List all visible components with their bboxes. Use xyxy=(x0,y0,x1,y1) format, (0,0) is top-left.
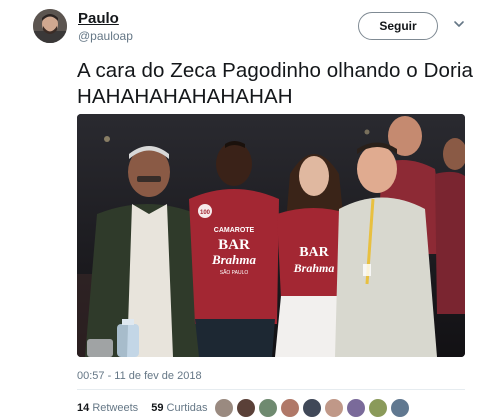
divider xyxy=(77,389,465,390)
liker-avatar[interactable] xyxy=(302,398,322,418)
retweets-count: 14 xyxy=(77,402,90,414)
tweet-photo[interactable]: 100 CAMAROTE BAR Brahma SÃO PAULO BAR Br… xyxy=(77,114,465,357)
liker-avatar[interactable] xyxy=(280,398,300,418)
shirt2-brand2-text: Brahma xyxy=(293,261,335,275)
likes-stat[interactable]: 59 Curtidas xyxy=(151,402,207,414)
liker-avatar[interactable] xyxy=(236,398,256,418)
tweet-card: Paulo @pauloap Seguir A cara do Zeca Pag… xyxy=(0,0,497,420)
shirt-top-text: CAMAROTE xyxy=(214,227,255,234)
liker-avatar[interactable] xyxy=(258,398,278,418)
chevron-down-icon[interactable] xyxy=(453,18,465,30)
shirt-brand2-text: Brahma xyxy=(211,252,257,267)
retweets-label: Retweets xyxy=(92,402,139,414)
tweet-timestamp[interactable]: 00:57 - 11 de fev de 2018 xyxy=(77,370,202,382)
tweet-text: A cara do Zeca Pagodinho olhando o Doria… xyxy=(77,59,474,108)
liker-avatar[interactable] xyxy=(368,398,388,418)
liker-avatar[interactable] xyxy=(346,398,366,418)
liker-avatar[interactable] xyxy=(390,398,410,418)
shirt2-brand-text: BAR xyxy=(299,245,329,260)
likes-count: 59 xyxy=(151,402,164,414)
user-avatar[interactable] xyxy=(33,9,67,43)
likes-label: Curtidas xyxy=(166,402,208,414)
follow-button[interactable]: Seguir xyxy=(358,12,438,40)
shirt-number-text: 100 xyxy=(200,210,211,216)
tweet-stats: 14 Retweets 59 Curtidas xyxy=(77,402,218,414)
shirt-brand-text: BAR xyxy=(218,237,250,253)
liker-avatar[interactable] xyxy=(324,398,344,418)
retweets-stat[interactable]: 14 Retweets xyxy=(77,402,138,414)
shirt-bottom-text: SÃO PAULO xyxy=(220,269,249,276)
user-name[interactable]: Paulo xyxy=(78,10,119,27)
liker-avatar[interactable] xyxy=(214,398,234,418)
user-handle[interactable]: @pauloap xyxy=(78,29,133,43)
